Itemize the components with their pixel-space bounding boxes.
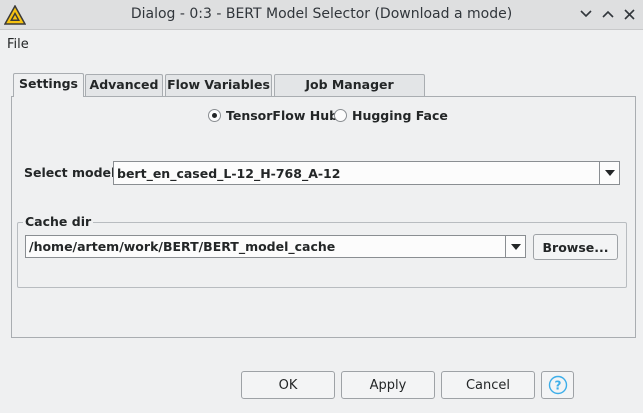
tab-job-manager-selection[interactable]: Job Manager Selection <box>274 74 425 112</box>
window-title: Dialog - 0:3 - BERT Model Selector (Down… <box>130 6 513 22</box>
tab-advanced[interactable]: Advanced <box>85 74 163 96</box>
cache-dir-input[interactable]: /home/artem/work/BERT/BERT_model_cache <box>25 235 526 258</box>
cache-dir-value: /home/artem/work/BERT/BERT_model_cache <box>29 239 336 254</box>
radio-hugging-face[interactable]: Hugging Face <box>334 108 448 126</box>
minimize-button[interactable] <box>577 5 595 23</box>
close-icon <box>623 8 635 20</box>
svg-text:?: ? <box>554 379 561 393</box>
settings-panel <box>11 96 636 338</box>
maximize-button[interactable] <box>599 5 617 23</box>
dropdown-arrow-icon[interactable] <box>599 162 619 184</box>
dropdown-arrow-icon[interactable] <box>505 236 525 257</box>
close-button[interactable] <box>620 5 638 23</box>
radio-indicator[interactable] <box>208 109 221 122</box>
title-bar: Dialog - 0:3 - BERT Model Selector (Down… <box>0 0 643 30</box>
select-model-label: Select model: <box>24 165 121 180</box>
model-select[interactable]: bert_en_cased_L-12_H-768_A-12 <box>113 161 620 185</box>
radio-label: Hugging Face <box>352 108 448 123</box>
cancel-button-label: Cancel <box>465 377 511 393</box>
tab-settings[interactable]: Settings <box>13 73 84 97</box>
cache-dir-group-title: Cache dir <box>23 214 94 229</box>
ok-button-label: OK <box>278 377 298 393</box>
radio-tensorflow-hub[interactable]: TensorFlow Hub <box>208 108 338 126</box>
ok-button[interactable]: OK <box>241 371 335 399</box>
menu-file[interactable]: File <box>7 37 29 52</box>
tab-flow-variables[interactable]: Flow Variables <box>165 74 272 96</box>
browse-button-label: Browse... <box>542 239 609 255</box>
apply-button[interactable]: Apply <box>341 371 435 399</box>
model-select-value: bert_en_cased_L-12_H-768_A-12 <box>117 166 341 181</box>
radio-indicator[interactable] <box>334 109 347 122</box>
radio-label: TensorFlow Hub <box>226 108 339 123</box>
menu-bar: File <box>0 31 643 57</box>
chevron-down-icon <box>580 10 592 18</box>
browse-button[interactable]: Browse... <box>533 234 618 260</box>
chevron-up-icon <box>602 10 614 18</box>
help-icon: ? <box>548 375 567 395</box>
apply-button-label: Apply <box>369 377 407 393</box>
help-button[interactable]: ? <box>541 371 574 399</box>
cancel-button[interactable]: Cancel <box>441 371 535 399</box>
